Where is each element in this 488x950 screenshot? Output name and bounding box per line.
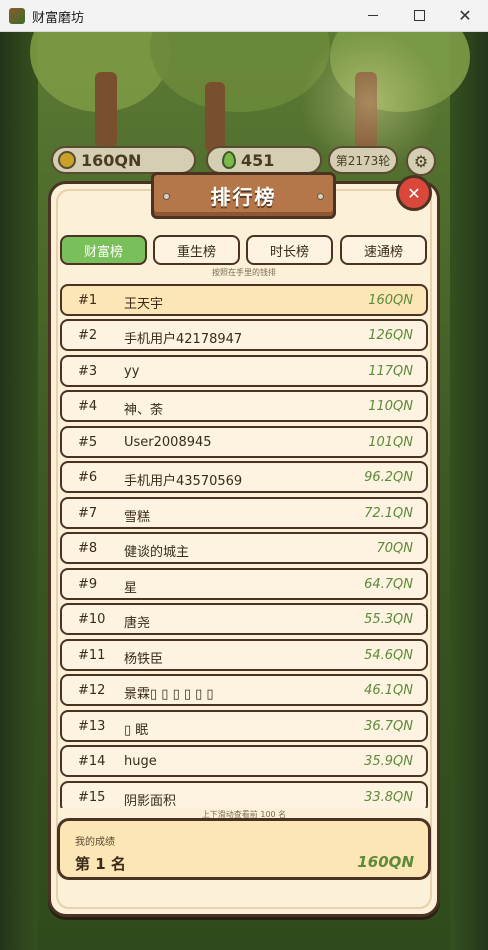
leaderboard-row[interactable]: #9 星 64.7QN (60, 568, 428, 600)
row-name: ▯ 眠 (124, 723, 149, 738)
row-rank: #14 (78, 754, 106, 769)
row-rank: #2 (78, 328, 98, 343)
close-modal-button[interactable]: ✕ (396, 175, 432, 211)
row-rank: #3 (78, 364, 98, 379)
row-name: 王天宇 (124, 297, 164, 312)
window-title: 财富磨坊 (32, 11, 85, 26)
row-value: 46.1QN (364, 683, 413, 698)
row-name: 雪糕 (124, 510, 151, 525)
row-value: 35.9QN (364, 754, 413, 769)
maximize-button[interactable] (396, 0, 442, 31)
row-name: 阴影面积 (124, 794, 177, 808)
money-value: 160QN (81, 150, 142, 170)
row-name: 唐尧 (124, 616, 151, 631)
seed-counter: 451 (206, 146, 322, 174)
leaderboard-list[interactable]: #1 王天宇 160QN #2 手机用户42178947 126QN #3 yy… (58, 282, 430, 808)
leaderboard-row[interactable]: #10 唐尧 55.3QN (60, 603, 428, 635)
rivet-icon (163, 193, 170, 200)
row-name: 星 (124, 581, 138, 596)
round-counter: 第2173轮 (328, 146, 398, 174)
coin-icon (58, 151, 76, 169)
row-name: User2008945 (124, 435, 212, 450)
row-rank: #1 (78, 293, 98, 308)
modal-title: 排行榜 (210, 185, 277, 209)
row-value: 117QN (368, 364, 413, 379)
leaderboard-row[interactable]: #11 杨铁臣 54.6QN (60, 639, 428, 671)
row-value: 70QN (376, 541, 414, 556)
leaderboard-row[interactable]: #4 神、荼 110QN (60, 390, 428, 422)
my-rank: 第 1 名 (75, 855, 126, 873)
tab-speedrun[interactable]: 速通榜 (340, 235, 427, 265)
leaderboard-row[interactable]: #1 王天宇 160QN (60, 284, 428, 316)
leaderboard-row[interactable]: #8 健谈的城主 70QN (60, 532, 428, 564)
leaderboard-row[interactable]: #7 雪糕 72.1QN (60, 497, 428, 529)
row-name: 健谈的城主 (124, 545, 190, 560)
row-rank: #7 (78, 506, 98, 521)
money-counter: 160QN (51, 146, 196, 174)
row-name: 神、荼 (124, 403, 164, 418)
my-score-label: 我的成绩 (75, 837, 115, 848)
row-value: 110QN (368, 399, 413, 414)
row-value: 96.2QN (364, 470, 413, 485)
row-name: 手机用户43570569 (124, 474, 243, 489)
tab-rebirth[interactable]: 重生榜 (153, 235, 240, 265)
row-name: huge (124, 754, 157, 769)
row-value: 160QN (368, 293, 413, 308)
settings-gear-icon[interactable]: ⚙ (406, 146, 436, 176)
row-rank: #15 (78, 790, 106, 805)
row-value: 64.7QN (364, 577, 413, 592)
row-name: 景霖▯ ▯ ▯ ▯ ▯ ▯ (124, 687, 214, 702)
my-score-card: 我的成绩 第 1 名 160QN (57, 818, 431, 880)
leaderboard-row[interactable]: #6 手机用户43570569 96.2QN (60, 461, 428, 493)
minimize-button[interactable] (350, 0, 396, 31)
close-window-button[interactable]: ✕ (442, 0, 488, 31)
row-rank: #6 (78, 470, 98, 485)
row-value: 55.3QN (364, 612, 413, 627)
row-name: 手机用户42178947 (124, 332, 243, 347)
leaderboard-row[interactable]: #2 手机用户42178947 126QN (60, 319, 428, 351)
leaderboard-row[interactable]: #15 阴影面积 33.8QN (60, 781, 428, 808)
row-rank: #11 (78, 648, 106, 663)
row-rank: #12 (78, 683, 106, 698)
tree-trunk (95, 72, 117, 147)
app-icon (9, 8, 25, 24)
row-value: 36.7QN (364, 719, 413, 734)
window-title-bar: 财富磨坊 ✕ (0, 0, 488, 32)
rivet-icon (317, 193, 324, 200)
tab-wealth[interactable]: 财富榜 (60, 235, 147, 265)
row-rank: #4 (78, 399, 98, 414)
row-value: 72.1QN (364, 506, 413, 521)
row-value: 33.8QN (364, 790, 413, 805)
seed-value: 451 (241, 150, 275, 170)
leaderboard-row[interactable]: #13 ▯ 眠 36.7QN (60, 710, 428, 742)
my-value: 160QN (357, 853, 414, 871)
row-rank: #13 (78, 719, 106, 734)
leaderboard-row[interactable]: #5 User2008945 101QN (60, 426, 428, 458)
row-rank: #5 (78, 435, 98, 450)
leaderboard-row[interactable]: #12 景霖▯ ▯ ▯ ▯ ▯ ▯ 46.1QN (60, 674, 428, 706)
row-value: 54.6QN (364, 648, 413, 663)
tab-playtime[interactable]: 时长榜 (246, 235, 333, 265)
row-name: 杨铁臣 (124, 652, 164, 667)
row-rank: #9 (78, 577, 98, 592)
tree-trunk (205, 82, 225, 152)
seed-icon (222, 151, 236, 169)
row-name: yy (124, 364, 140, 379)
leaderboard-row[interactable]: #3 yy 117QN (60, 355, 428, 387)
row-rank: #8 (78, 541, 98, 556)
leaderboard-row[interactable]: #14 huge 35.9QN (60, 745, 428, 777)
row-value: 126QN (368, 328, 413, 343)
modal-title-banner: 排行榜 (151, 172, 336, 219)
row-rank: #10 (78, 612, 106, 627)
row-value: 101QN (368, 435, 413, 450)
tab-hint: 按照在手里的钱排 (212, 268, 276, 277)
